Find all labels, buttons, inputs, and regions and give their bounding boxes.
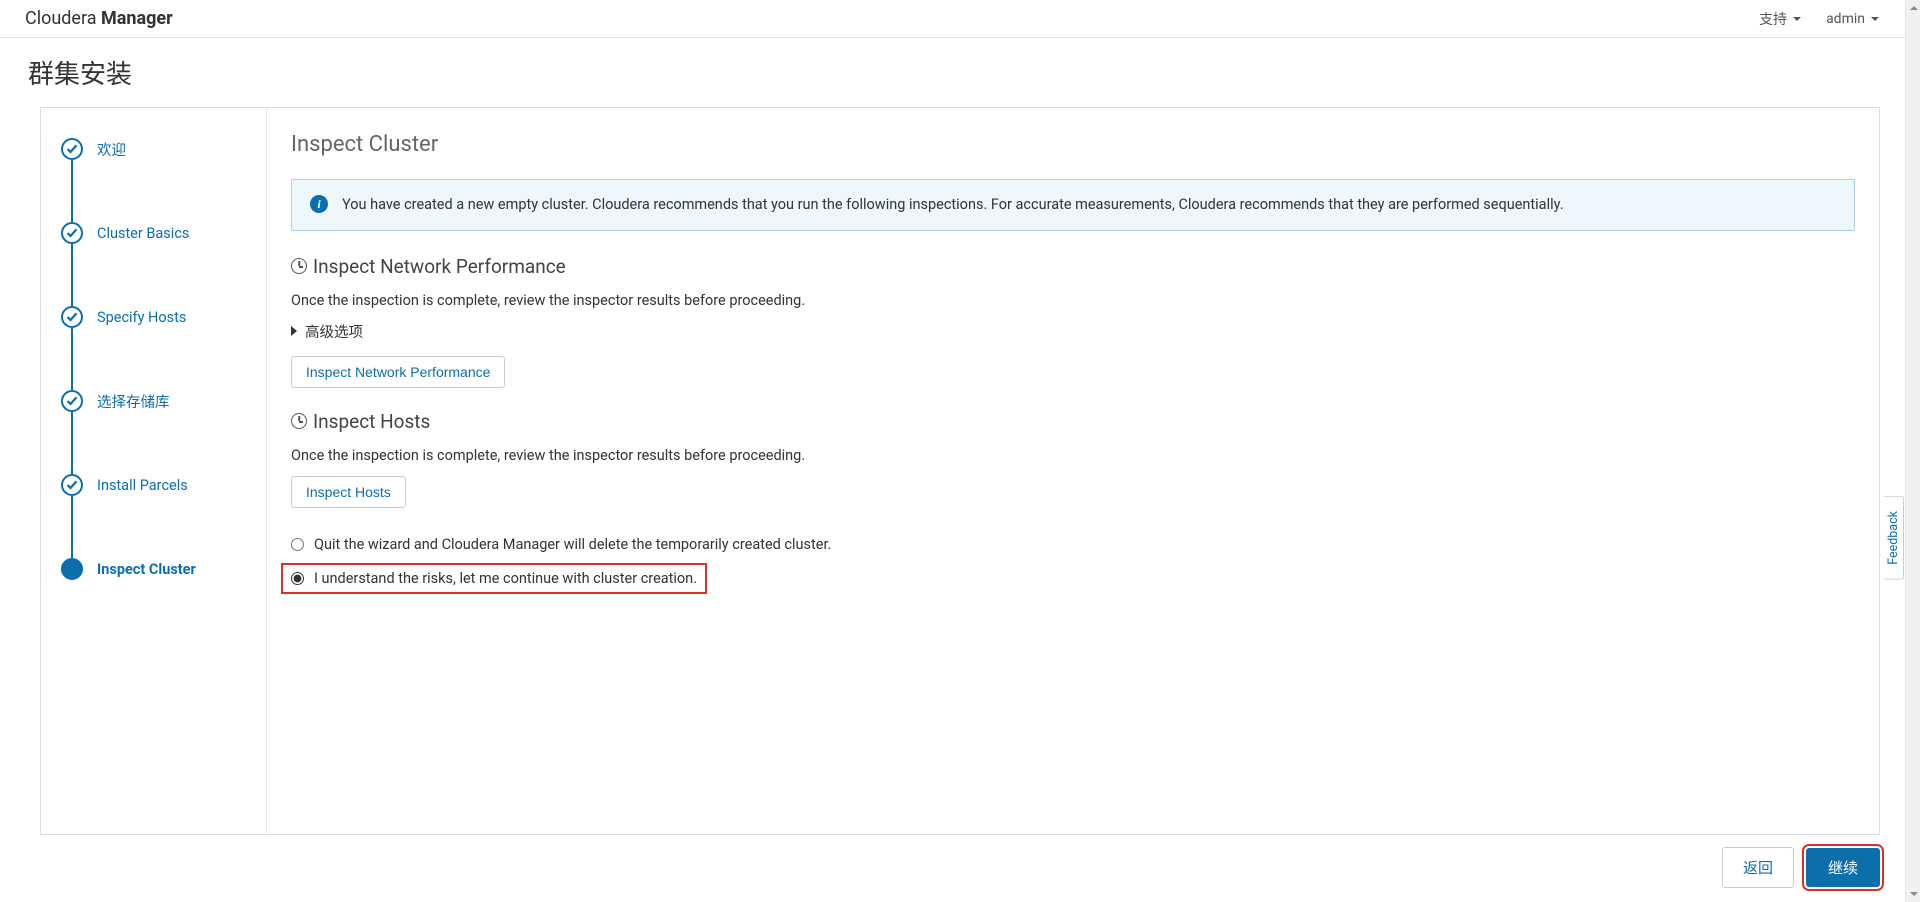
inspect-hosts-button[interactable]: Inspect Hosts [291,476,406,508]
network-perf-title-text: Inspect Network Performance [313,255,566,278]
radio-quit-wizard[interactable]: Quit the wizard and Cloudera Manager wil… [291,536,1855,553]
check-icon [61,222,83,244]
step-specify-hosts[interactable]: Specify Hosts [61,306,256,328]
radio-input-continue[interactable] [291,572,304,585]
info-alert: i You have created a new empty cluster. … [291,179,1855,231]
step-label: 选择存储库 [97,391,170,412]
radio-input-quit[interactable] [291,538,304,551]
step-connector [71,496,73,558]
brand[interactable]: Cloudera Manager [25,8,173,29]
check-icon [61,306,83,328]
network-perf-desc: Once the inspection is complete, review … [291,292,1855,309]
step-connector [71,328,73,390]
topbar: Cloudera Manager 支持 admin [0,0,1920,38]
wizard-main: Inspect Cluster i You have created a new… [267,108,1879,834]
check-icon [61,474,83,496]
user-label: admin [1826,11,1865,27]
step-label: Install Parcels [97,477,188,494]
advanced-options-label: 高级选项 [305,321,363,342]
inspect-hosts-title-text: Inspect Hosts [313,410,430,433]
brand-light: Cloudera [25,8,101,29]
back-button[interactable]: 返回 [1722,847,1794,888]
check-icon [61,138,83,160]
scroll-up-button[interactable] [1906,0,1920,16]
step-connector [71,160,73,222]
radio-group: Quit the wizard and Cloudera Manager wil… [291,536,1855,594]
info-icon: i [310,195,328,213]
step-connector [71,244,73,306]
support-menu[interactable]: 支持 [1759,9,1801,29]
brand-bold: Manager [101,8,173,29]
step-label: 欢迎 [97,139,126,160]
advanced-options-toggle[interactable]: 高级选项 [291,321,1855,342]
step-select-repository[interactable]: 选择存储库 [61,390,256,412]
continue-button[interactable]: 继续 [1806,848,1880,887]
step-label: Specify Hosts [97,309,186,326]
clock-icon [291,413,307,429]
step-label: Inspect Cluster [97,561,196,578]
step-welcome[interactable]: 欢迎 [61,138,256,160]
caret-down-icon [1793,17,1801,21]
inspect-hosts-title: Inspect Hosts [291,410,1855,433]
page-title: 群集安装 [28,54,1892,91]
scrollbar-track[interactable] [1905,0,1920,902]
radio-continue-label: I understand the risks, let me continue … [314,570,697,587]
wizard-container: 欢迎 Cluster Basics Specify Hosts 选择存储库 In… [40,107,1880,835]
user-menu[interactable]: admin [1826,11,1879,27]
step-install-parcels[interactable]: Install Parcels [61,474,256,496]
main-title: Inspect Cluster [291,132,1855,157]
step-inspect-cluster[interactable]: Inspect Cluster [61,558,256,580]
topbar-right: 支持 admin [1759,9,1895,29]
inspect-hosts-desc: Once the inspection is complete, review … [291,447,1855,464]
clock-icon [291,258,307,274]
check-icon [61,390,83,412]
feedback-tab[interactable]: Feedback [1884,496,1904,580]
radio-continue-risk[interactable]: I understand the risks, let me continue … [281,563,707,594]
wizard-footer: 返回 继续 [0,835,1920,902]
step-label: Cluster Basics [97,225,189,242]
caret-down-icon [1871,17,1879,21]
current-step-icon [61,558,83,580]
step-connector [71,412,73,474]
page-title-bar: 群集安装 [0,38,1920,107]
alert-text: You have created a new empty cluster. Cl… [342,194,1564,216]
inspect-network-button[interactable]: Inspect Network Performance [291,356,505,388]
radio-quit-label: Quit the wizard and Cloudera Manager wil… [314,536,831,553]
chevron-right-icon [291,326,297,336]
wizard-sidebar: 欢迎 Cluster Basics Specify Hosts 选择存储库 In… [41,108,267,834]
network-perf-title: Inspect Network Performance [291,255,1855,278]
support-label: 支持 [1759,9,1787,29]
scroll-down-button[interactable] [1906,886,1920,902]
step-cluster-basics[interactable]: Cluster Basics [61,222,256,244]
